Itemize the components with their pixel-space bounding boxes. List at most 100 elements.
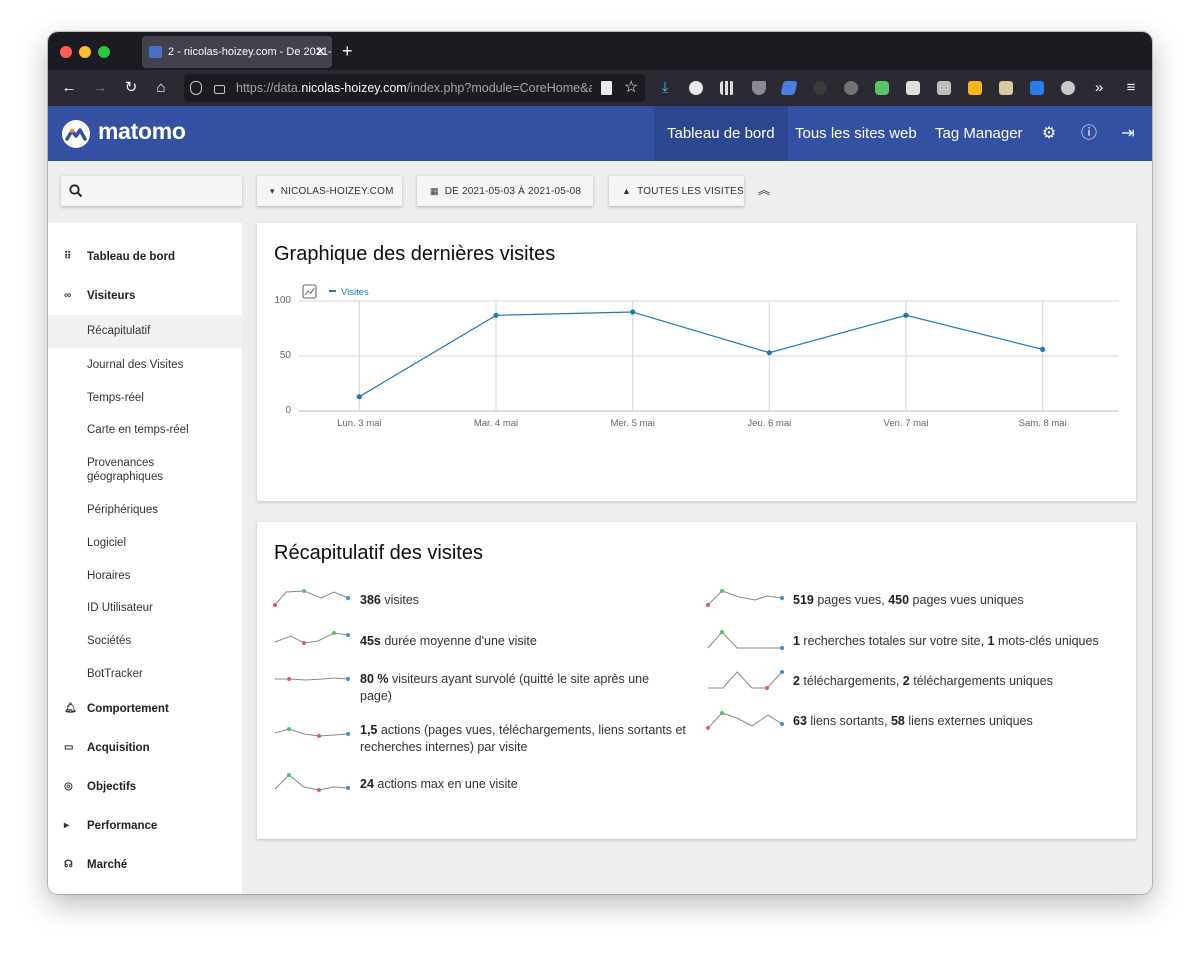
zoom-window-button[interactable] [98, 46, 110, 58]
x-tick-label: Ven. 7 mai [884, 418, 929, 429]
sparkline-bounce-rate[interactable] [273, 668, 353, 690]
sidebar-behaviour[interactable]: 🔔︎ Comportement [48, 693, 242, 725]
sidebar-item-logiciel[interactable]: Logiciel [48, 536, 242, 550]
caret-down-icon: ▾ [270, 186, 275, 196]
legend-series-label[interactable]: Visites [341, 287, 369, 298]
url-text[interactable]: https://data.nicolas-hoizey.com/index.ph… [236, 74, 592, 102]
caret-right-icon: ▸ [64, 820, 70, 831]
data-point[interactable] [903, 312, 909, 318]
sparkline-searches[interactable] [706, 629, 786, 651]
sidebar-visitors-label: Visiteurs [87, 290, 136, 302]
new-tab-icon[interactable]: + [342, 38, 353, 64]
home-icon[interactable]: ⌂ [151, 70, 171, 106]
matomo-logo-text[interactable]: matomo [98, 118, 186, 145]
sidebar-acquisition[interactable]: ▭ Acquisition [48, 732, 242, 764]
y-tick-label: 0 [285, 405, 291, 416]
sparkline-visits[interactable] [273, 588, 353, 610]
segment-selector[interactable]: ▲ TOUTES LES VISITES [609, 176, 744, 206]
extension-c-icon[interactable] [844, 81, 858, 95]
extension-stripes-icon[interactable] [780, 81, 798, 95]
data-point[interactable] [356, 394, 362, 400]
close-window-button[interactable] [60, 46, 72, 58]
tab-close-icon[interactable]: ✕ [315, 36, 326, 68]
extension-globe-icon[interactable] [1061, 81, 1075, 95]
help-info-icon[interactable]: ⓘ [1077, 106, 1101, 161]
kpi-max-actions: 24 actions max en une visite [360, 776, 518, 793]
sidebar-dashboard[interactable]: ⠿ Tableau de bord [48, 241, 242, 273]
extension-image-icon[interactable] [937, 81, 951, 95]
extension-yellow-icon[interactable] [968, 81, 982, 95]
forward-icon[interactable]: → [90, 70, 110, 106]
hamburger-menu-icon[interactable]: ≡ [1121, 70, 1141, 106]
lock-icon[interactable] [214, 85, 225, 94]
sparkline-downloads[interactable] [706, 669, 786, 691]
sidebar-item-journal-visites[interactable]: Journal des Visites [48, 358, 242, 372]
extension-dark-circle-icon[interactable] [813, 81, 827, 95]
sidebar-item-id-utilisateur[interactable]: ID Utilisateur [48, 601, 242, 615]
kpi-pageviews-label: pages vues, [813, 593, 889, 607]
extension-shield-icon[interactable] [752, 81, 766, 95]
kpi-downloads-label: téléchargements, [799, 674, 903, 688]
sidebar-item-provenances[interactable]: Provenances géographiques [48, 456, 198, 484]
sidebar-item-peripheriques[interactable]: Périphériques [48, 503, 242, 517]
chart-grid [299, 300, 1119, 412]
kpi-searches-value: 1 [793, 634, 800, 648]
extension-info-icon[interactable] [689, 81, 703, 95]
period-selector[interactable]: ▦ DE 2021-05-03 À 2021-05-08 [417, 176, 593, 206]
sparkline-avg-duration[interactable] [273, 629, 353, 651]
browser-tab[interactable]: 2 - nicolas-hoizey.com - De 2021-05-03 à… [142, 36, 332, 68]
sidebar-item-horaires[interactable]: Horaires [48, 569, 242, 583]
minimize-window-button[interactable] [79, 46, 91, 58]
data-point[interactable] [493, 312, 499, 318]
sidebar-item-bottracker[interactable]: BotTracker [48, 667, 242, 681]
sidebar-performance-label: Performance [87, 820, 158, 832]
matomo-logo-mark [65, 128, 87, 141]
extension-r-icon[interactable] [906, 81, 920, 95]
sidebar-item-societes[interactable]: Sociétés [48, 634, 242, 648]
visitors-binoculars-icon: ∞ [64, 290, 72, 301]
menu-all-websites[interactable]: Tous les sites web [782, 106, 930, 161]
kpi-avg-duration-label: durée moyenne d'une visite [380, 634, 537, 648]
extension-green-icon[interactable] [875, 81, 889, 95]
extension-blue-icon[interactable] [1030, 81, 1044, 95]
more-extensions-icon[interactable]: » [1089, 70, 1109, 106]
extension-grid-icon[interactable] [720, 81, 734, 95]
sparkline-max-actions[interactable] [273, 772, 353, 794]
downloads-icon[interactable]: ⤓ [655, 70, 675, 106]
menu-dashboard[interactable]: Tableau de bord [654, 106, 788, 161]
reload-icon[interactable]: ↻ [121, 70, 141, 106]
sidebar-market[interactable]: ☊ Marché [48, 849, 242, 881]
y-tick-label: 100 [274, 295, 291, 306]
settings-gear-icon[interactable]: ⚙ [1037, 106, 1061, 161]
matomo-logo-icon[interactable] [62, 120, 90, 148]
menu-search-input[interactable] [61, 176, 242, 206]
sidebar-goals[interactable]: ◎ Objectifs [48, 771, 242, 803]
sidebar-item-temps-reel[interactable]: Temps-réel [48, 391, 242, 405]
kpi-visits-value: 386 [360, 593, 381, 607]
sidebar-visitors[interactable]: ∞ Visiteurs [48, 280, 242, 312]
data-point[interactable] [766, 350, 772, 356]
site-selector[interactable]: ▾ NICOLAS-HOIZEY.COM [257, 176, 402, 206]
sparkline-pageviews[interactable] [706, 588, 786, 610]
extension-note-icon[interactable] [999, 81, 1013, 95]
sparkline-actions-per-visit[interactable] [273, 720, 353, 742]
sign-out-icon[interactable]: ⇥ [1116, 106, 1140, 161]
kpi-unique-downloads-value: 2 [902, 674, 910, 688]
reader-view-icon[interactable] [601, 81, 612, 95]
collapse-controls-icon[interactable]: ︽ [758, 181, 770, 198]
sidebar-performance[interactable]: ▸ Performance [48, 810, 242, 842]
sidebar-item-carte-temps-reel[interactable]: Carte en temps-réel [48, 423, 242, 437]
back-icon[interactable]: ← [59, 70, 79, 106]
kpi-unique-downloads-label: téléchargements uniques [909, 674, 1053, 688]
tracking-protection-shield-icon[interactable] [190, 81, 202, 95]
menu-tag-manager[interactable]: Tag Manager [922, 106, 1036, 161]
data-point[interactable] [630, 309, 636, 315]
evolution-line-chart[interactable]: Visites 100 50 0 Lun. 3 mai Mar. 4 mai Mer… [257, 223, 1136, 501]
sidebar-item-recapitulatif[interactable]: Récapitulatif [48, 315, 242, 348]
kpi-bounce-rate-value: 80 % [360, 672, 389, 686]
sparkline-outlinks[interactable] [706, 710, 786, 732]
bookmark-star-icon[interactable]: ☆ [624, 77, 638, 97]
data-point[interactable] [1040, 346, 1046, 352]
url-bar[interactable]: https://data.nicolas-hoizey.com/index.ph… [184, 74, 645, 102]
url-host: nicolas-hoizey.com [301, 81, 407, 95]
